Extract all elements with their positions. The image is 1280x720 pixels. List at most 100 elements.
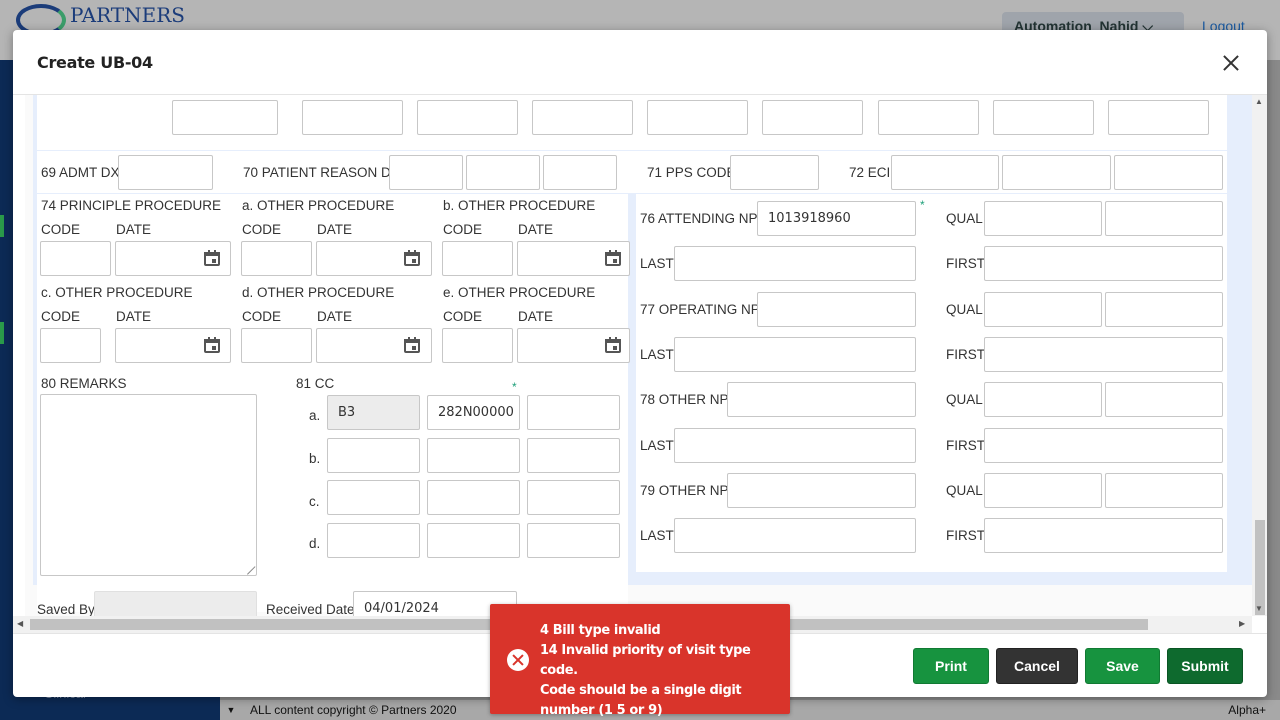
pps-code-input[interactable] bbox=[730, 155, 819, 190]
cc-row-letter: c. bbox=[309, 494, 320, 509]
code-label: CODE bbox=[41, 222, 81, 237]
received-date-label: Received Date bbox=[266, 602, 355, 616]
field-upper-1[interactable] bbox=[172, 100, 278, 135]
operating-npi-input[interactable] bbox=[757, 292, 916, 327]
attending-qual-input-2[interactable] bbox=[1105, 201, 1223, 236]
other-npi-78-input[interactable] bbox=[727, 382, 916, 417]
cc-b-value-input[interactable] bbox=[427, 438, 520, 473]
cc-c-value-input[interactable] bbox=[427, 480, 520, 515]
calendar-icon[interactable] bbox=[404, 250, 420, 266]
date-label: DATE bbox=[116, 309, 152, 324]
saved-by-label: Saved By bbox=[37, 602, 95, 616]
cc-a-code-input[interactable]: B3 bbox=[327, 395, 420, 430]
close-icon[interactable] bbox=[1219, 51, 1243, 75]
principle-procedure-code-input[interactable] bbox=[40, 241, 111, 276]
save-button[interactable]: Save bbox=[1085, 648, 1160, 684]
other-procedure-c-label: c. OTHER PROCEDURE bbox=[41, 285, 193, 300]
code-label: CODE bbox=[443, 309, 483, 324]
cc-label: 81 CC bbox=[296, 376, 335, 391]
cc-c-code-input[interactable] bbox=[327, 480, 420, 515]
patient-reason-dx-input-1[interactable] bbox=[389, 155, 463, 190]
admt-dx-input[interactable] bbox=[118, 155, 213, 190]
cc-c-extra-input[interactable] bbox=[527, 480, 620, 515]
operating-qual-input-2[interactable] bbox=[1105, 292, 1223, 327]
eci-input-1[interactable] bbox=[891, 155, 999, 190]
procedure-a-code-input[interactable] bbox=[241, 241, 312, 276]
attending-first-input[interactable] bbox=[984, 246, 1223, 281]
cc-a-value-input[interactable]: 282N00000 bbox=[427, 395, 520, 430]
cc-b-code-input[interactable] bbox=[327, 438, 420, 473]
calendar-icon[interactable] bbox=[404, 337, 420, 353]
toast-message: 4 Bill type invalid 14 Invalid priority … bbox=[540, 621, 780, 720]
eci-input-3[interactable] bbox=[1114, 155, 1223, 190]
error-toast[interactable]: 4 Bill type invalid 14 Invalid priority … bbox=[490, 604, 790, 718]
qual-label: QUAL bbox=[946, 302, 983, 317]
procedure-d-code-input[interactable] bbox=[241, 328, 312, 363]
calendar-icon[interactable] bbox=[204, 337, 220, 353]
field-upper-3[interactable] bbox=[417, 100, 518, 135]
scroll-up-icon[interactable]: ▲ bbox=[1255, 97, 1263, 106]
remarks-textarea[interactable] bbox=[40, 394, 257, 576]
last-label: LAST bbox=[640, 438, 674, 453]
create-ub04-modal: Create UB-04 69 ADMT DX 70 PATIENT REASO… bbox=[13, 30, 1267, 697]
field-upper-2[interactable] bbox=[302, 100, 403, 135]
vertical-scrollbar[interactable]: ▲ ▼ bbox=[1252, 95, 1267, 616]
cc-a-extra-input[interactable] bbox=[527, 395, 620, 430]
footer-caret-icon[interactable]: ▼ bbox=[220, 705, 242, 715]
attending-npi-label: 76 ATTENDING NPI bbox=[640, 211, 762, 226]
other-npi-78-label: 78 OTHER NPI bbox=[640, 392, 733, 407]
cc-d-value-input[interactable] bbox=[427, 523, 520, 558]
procedure-e-code-input[interactable] bbox=[442, 328, 513, 363]
cc-d-extra-input[interactable] bbox=[527, 523, 620, 558]
field-upper-8[interactable] bbox=[993, 100, 1094, 135]
scroll-left-icon[interactable]: ◀ bbox=[17, 619, 23, 628]
eci-input-2[interactable] bbox=[1002, 155, 1111, 190]
other-78-first-input[interactable] bbox=[984, 428, 1223, 463]
other-79-qual-input[interactable] bbox=[984, 473, 1102, 508]
attending-npi-input[interactable]: 1013918960 bbox=[757, 201, 916, 236]
operating-last-input[interactable] bbox=[674, 337, 916, 372]
scroll-down-icon[interactable]: ▼ bbox=[1255, 604, 1263, 613]
vertical-scroll-thumb[interactable] bbox=[1255, 520, 1265, 615]
field-upper-4[interactable] bbox=[532, 100, 633, 135]
remarks-label: 80 REMARKS bbox=[41, 376, 127, 391]
first-label: FIRST bbox=[946, 347, 985, 362]
submit-button[interactable]: Submit bbox=[1167, 648, 1243, 684]
patient-reason-dx-input-3[interactable] bbox=[543, 155, 617, 190]
other-79-first-input[interactable] bbox=[984, 518, 1223, 553]
qual-label: QUAL bbox=[946, 483, 983, 498]
calendar-icon[interactable] bbox=[204, 250, 220, 266]
cc-d-code-input[interactable] bbox=[327, 523, 420, 558]
attending-qual-input[interactable] bbox=[984, 201, 1102, 236]
other-78-qual-input[interactable] bbox=[984, 382, 1102, 417]
scroll-right-icon[interactable]: ▶ bbox=[1239, 619, 1245, 628]
procedure-b-code-input[interactable] bbox=[442, 241, 513, 276]
other-78-qual-input-2[interactable] bbox=[1105, 382, 1223, 417]
calendar-icon[interactable] bbox=[605, 337, 621, 353]
field-upper-6[interactable] bbox=[762, 100, 863, 135]
cc-b-extra-input[interactable] bbox=[527, 438, 620, 473]
field-upper-9[interactable] bbox=[1108, 100, 1209, 135]
patient-reason-dx-input-2[interactable] bbox=[466, 155, 540, 190]
date-label: DATE bbox=[518, 222, 554, 237]
first-label: FIRST bbox=[946, 438, 985, 453]
code-label: CODE bbox=[443, 222, 483, 237]
cancel-button[interactable]: Cancel bbox=[996, 648, 1078, 684]
calendar-icon[interactable] bbox=[605, 250, 621, 266]
other-79-qual-input-2[interactable] bbox=[1105, 473, 1223, 508]
operating-first-input[interactable] bbox=[984, 337, 1223, 372]
other-78-last-input[interactable] bbox=[674, 428, 916, 463]
operating-qual-input[interactable] bbox=[984, 292, 1102, 327]
other-79-last-input[interactable] bbox=[674, 518, 916, 553]
attending-last-input[interactable] bbox=[674, 246, 916, 281]
resize-handle-icon[interactable] bbox=[247, 566, 255, 574]
version-text: Alpha+ bbox=[1228, 703, 1266, 717]
procedure-c-code-input[interactable] bbox=[40, 328, 101, 363]
sidebar-active-marker bbox=[0, 215, 4, 237]
field-upper-7[interactable] bbox=[878, 100, 979, 135]
sidebar-active-marker bbox=[0, 322, 4, 344]
other-npi-79-input[interactable] bbox=[727, 473, 916, 508]
field-upper-5[interactable] bbox=[647, 100, 748, 135]
print-button[interactable]: Print bbox=[913, 648, 989, 684]
form-scroll-area[interactable]: 69 ADMT DX 70 PATIENT REASON DX 71 PPS C… bbox=[13, 95, 1267, 616]
